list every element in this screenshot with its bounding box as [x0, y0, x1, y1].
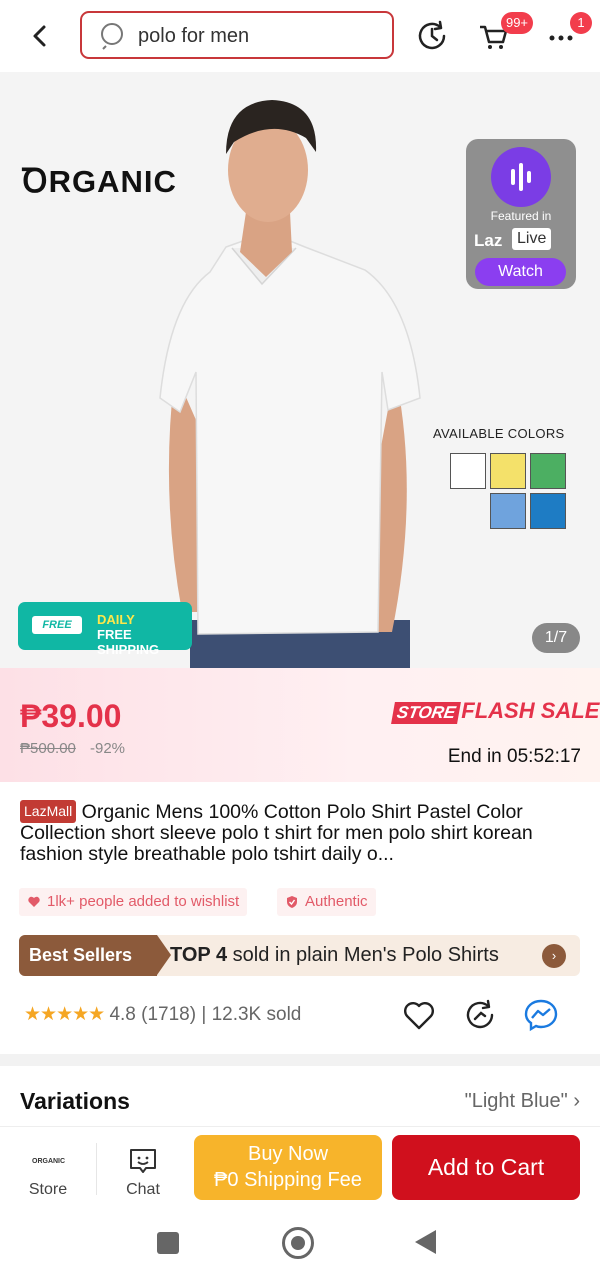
store-label: Store	[28, 1181, 68, 1198]
top-bar: polo for men 99+ 1	[0, 0, 600, 72]
free-shipping-line2: FREE SHIPPING	[97, 627, 160, 657]
bottom-divider	[96, 1143, 97, 1195]
store-button[interactable]: ORGANIC Store	[20, 1127, 76, 1215]
back-arrow-icon[interactable]	[22, 18, 58, 54]
product-image-carousel[interactable]: ꝹRGANIC Featured in Laz Live Watch AVAIL…	[0, 72, 600, 668]
color-swatch-white	[450, 453, 486, 489]
rating-count: (1718)	[141, 1004, 197, 1025]
variations-label: Variations	[20, 1088, 130, 1114]
brand-o-icon: Ꝺ	[22, 162, 49, 199]
variations-selected-value[interactable]: "Light Blue" ›	[465, 1090, 580, 1113]
brand-logo: ꝹRGANIC	[22, 157, 177, 202]
wishlist-chip: 1lk+ people added to wishlist	[19, 888, 248, 916]
price-section: ₱39.00 ₱500.00 -92% STORE FLASH SALE End …	[0, 668, 600, 782]
recent-apps-icon[interactable]	[157, 1232, 179, 1254]
heart-icon	[28, 896, 40, 907]
buy-now-button[interactable]: Buy Now ₱0 Shipping Fee	[194, 1135, 382, 1200]
lazmall-badge: LazMall	[20, 800, 77, 823]
search-query: polo for men	[138, 25, 250, 47]
authentic-text: Authentic	[305, 893, 368, 910]
add-to-cart-button[interactable]: Add to Cart	[392, 1135, 580, 1200]
more-badge: 1	[570, 12, 592, 34]
product-title: LazMall Organic Mens 100% Cotton Polo Sh…	[20, 800, 580, 865]
share-icon[interactable]	[462, 997, 498, 1033]
buy-now-shipping: ₱0 Shipping Fee	[214, 1169, 362, 1191]
chat-label: Chat	[126, 1181, 160, 1198]
bottom-action-bar: ORGANIC Store Chat Buy Now ₱0 Shipping F…	[0, 1126, 600, 1214]
best-sellers-arrow	[157, 935, 171, 975]
original-price: ₱500.00	[20, 740, 76, 757]
color-swatch-green	[530, 453, 566, 489]
authentic-chip: Authentic	[277, 888, 376, 916]
chat-button[interactable]: Chat	[112, 1127, 174, 1215]
best-sellers-label: Best Sellers	[19, 935, 157, 976]
best-sellers-banner[interactable]: Best Sellers TOP 4 sold in plain Men's P…	[19, 935, 580, 976]
flash-store-tag: STORE	[391, 702, 462, 724]
rating-row[interactable]: ★★★★★ 4.8 (1718) | 12.3K sold	[24, 1003, 301, 1026]
system-nav-bar	[0, 1214, 600, 1280]
image-pager: 1/7	[532, 623, 580, 653]
watch-button[interactable]: Watch	[475, 258, 566, 286]
buy-now-label: Buy Now	[247, 1143, 329, 1165]
rating-stars: ★★★★★	[24, 1004, 105, 1025]
wishlist-heart-icon[interactable]	[401, 997, 437, 1033]
current-price: ₱39.00	[20, 698, 122, 734]
store-logo: ORGANIC	[32, 1158, 66, 1165]
best-sellers-rank: TOP 4	[170, 944, 228, 966]
messenger-icon[interactable]	[523, 997, 559, 1033]
back-nav-icon[interactable]	[415, 1230, 436, 1254]
color-swatch-yellow	[490, 453, 526, 489]
color-swatch-blue	[530, 493, 566, 529]
live-bars-icon	[491, 147, 551, 207]
live-featured-text: Featured in	[490, 209, 552, 223]
shield-check-icon	[287, 896, 297, 908]
chevron-right-icon[interactable]: ›	[542, 944, 566, 968]
free-shipping-line1: DAILY	[97, 612, 135, 627]
flash-sale-countdown: End in 05:52:17	[447, 746, 581, 767]
rating-divider: |	[201, 1004, 207, 1025]
color-swatch-light-blue	[490, 493, 526, 529]
cart-badge: 99+	[501, 12, 533, 34]
sold-count: 12.3K sold	[211, 1004, 302, 1025]
store-flash-sale-label: STORE FLASH SALE	[391, 698, 600, 724]
available-colors-label: AVAILABLE COLORS	[433, 426, 565, 441]
best-sellers-text: TOP 4 sold in plain Men's Polo Shirts	[170, 944, 499, 967]
live-laz-text: Laz	[474, 231, 503, 250]
free-shipping-badge: FREE DAILY FREE SHIPPING	[18, 602, 192, 657]
search-icon	[101, 23, 123, 50]
brand-name: RGANIC	[48, 164, 177, 199]
free-truck-icon: FREE	[32, 616, 82, 634]
chat-icon	[130, 1149, 156, 1173]
history-icon[interactable]	[414, 18, 450, 54]
live-badge: Live	[512, 228, 552, 250]
search-input[interactable]: polo for men	[80, 11, 394, 59]
rating-score: 4.8	[109, 1004, 136, 1025]
home-icon[interactable]	[282, 1227, 314, 1259]
flash-sale-text: FLASH SALE	[461, 698, 600, 723]
discount-percent: -92%	[90, 740, 126, 757]
section-divider	[0, 1054, 600, 1066]
product-title-text: Organic Mens 100% Cotton Polo Shirt Past…	[20, 801, 533, 865]
wishlist-text: 1lk+ people added to wishlist	[47, 893, 240, 910]
best-sellers-category: sold in plain Men's Polo Shirts	[232, 944, 499, 966]
